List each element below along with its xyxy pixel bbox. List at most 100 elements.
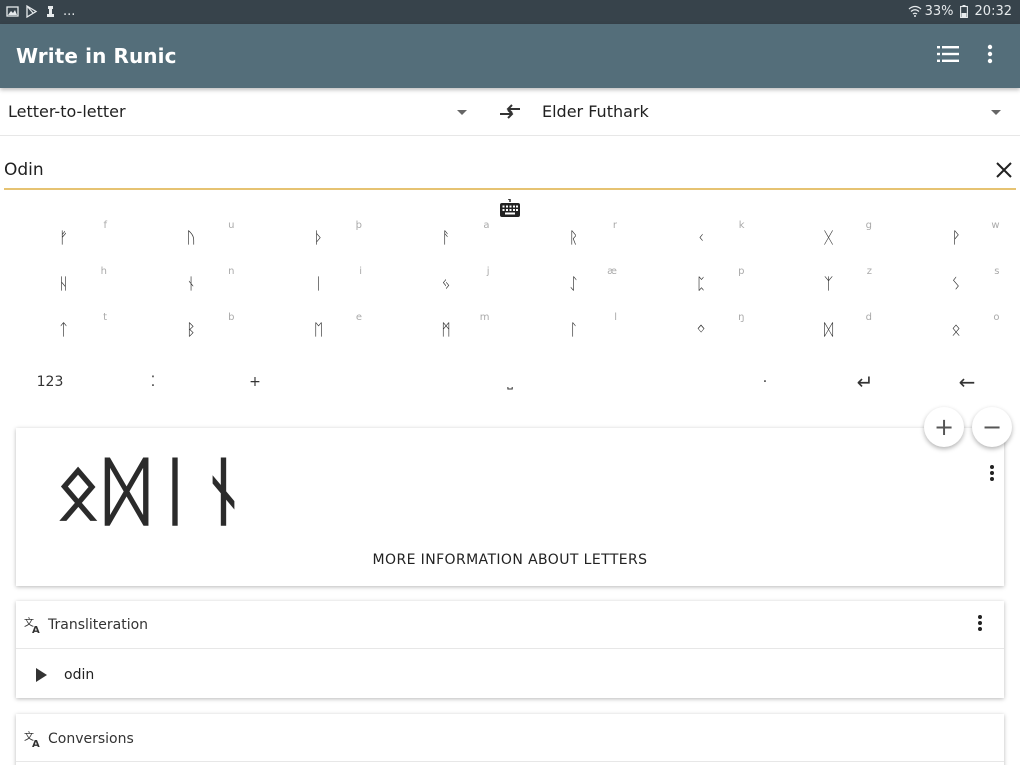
rune-key[interactable]: ᛈp xyxy=(638,264,765,310)
rune-latin-hint: æ xyxy=(607,266,617,277)
transliteration-text: odin xyxy=(64,667,95,683)
backspace-key[interactable]: ← xyxy=(940,368,994,396)
text-input[interactable] xyxy=(4,160,964,180)
rune-glyph: ᛃ xyxy=(441,274,451,293)
more-info-link[interactable]: MORE INFORMATION ABOUT LETTERS xyxy=(16,552,1004,568)
rune-glyph: ᛇ xyxy=(568,274,579,293)
rune-key[interactable]: ᛖe xyxy=(255,310,382,356)
rune-key[interactable]: ᛊs xyxy=(893,264,1020,310)
colon-separator-key[interactable]: ⁚ xyxy=(128,368,178,396)
rune-glyph: ᚢ xyxy=(186,228,196,247)
rune-latin-hint: j xyxy=(486,266,490,277)
rune-glyph: ᛜ xyxy=(696,320,706,339)
rune-glyph: ᛁ xyxy=(313,274,324,293)
rune-keyboard: ᚠfᚢuᚦþᚨaᚱrᚲkᚷgᚹwᚺhᚾnᛁiᛃjᛇæᛈpᛉzᛊsᛏtᛒbᛖeᛗm… xyxy=(0,218,1020,400)
rune-glyph: ᚲ xyxy=(696,228,706,247)
overflow-menu-button[interactable] xyxy=(976,42,1004,70)
alphabet-dropdown[interactable]: Elder Futhark xyxy=(542,102,649,121)
rune-key[interactable]: ᛒb xyxy=(128,310,255,356)
rune-latin-hint: s xyxy=(994,266,1000,277)
rune-key[interactable]: ᛟo xyxy=(893,310,1020,356)
selector-row: Letter-to-letter Elder Futhark xyxy=(0,90,1020,136)
rune-latin-hint: k xyxy=(738,220,745,231)
space-key[interactable]: ⎵ xyxy=(470,368,550,396)
rune-glyph: ᚨ xyxy=(441,228,451,247)
transliteration-menu-button[interactable] xyxy=(972,614,988,636)
swap-button[interactable] xyxy=(498,102,522,122)
translate-icon: 文A xyxy=(24,616,42,636)
rune-key[interactable]: ᛚl xyxy=(510,310,637,356)
rune-key[interactable]: ᚢu xyxy=(128,218,255,264)
clear-input-button[interactable] xyxy=(994,160,1014,180)
rune-key[interactable]: ᚦþ xyxy=(255,218,382,264)
rune-glyph: ᛊ xyxy=(951,274,961,293)
rune-glyph: ᛚ xyxy=(568,320,579,339)
rune-latin-hint: m xyxy=(479,312,490,323)
rune-glyph: ᛗ xyxy=(441,320,451,339)
rune-key[interactable]: ᛃj xyxy=(383,264,510,310)
keyboard-toggle-button[interactable] xyxy=(499,198,521,219)
dot-separator-key[interactable]: · xyxy=(740,368,790,396)
svg-text:A: A xyxy=(32,739,40,748)
rune-glyph: ᛖ xyxy=(313,320,324,339)
play-icon[interactable] xyxy=(36,668,47,682)
rune-key[interactable]: ᚹw xyxy=(893,218,1020,264)
conversions-header[interactable]: 文A Conversions xyxy=(16,714,1004,762)
more-notifications: ... xyxy=(63,4,76,19)
mode-dropdown[interactable]: Letter-to-letter xyxy=(8,102,126,121)
app-title: Write in Runic xyxy=(16,44,177,68)
image-icon xyxy=(6,5,19,18)
rune-latin-hint: d xyxy=(865,312,872,323)
list-icon xyxy=(937,45,959,67)
rune-key[interactable]: ᚨa xyxy=(383,218,510,264)
rune-glyph: ᚹ xyxy=(951,228,961,247)
rune-key[interactable]: ᚠf xyxy=(0,218,127,264)
zoom-out-button[interactable]: − xyxy=(972,407,1012,447)
rune-latin-hint: g xyxy=(865,220,872,231)
list-button[interactable] xyxy=(934,42,962,70)
zoom-in-button[interactable]: + xyxy=(924,407,964,447)
rune-glyph: ᚷ xyxy=(823,228,834,247)
rune-key[interactable]: ᛉz xyxy=(765,264,892,310)
rune-key[interactable]: ᛁi xyxy=(255,264,382,310)
rune-latin-hint: o xyxy=(993,312,1000,323)
rune-key[interactable]: ᚱr xyxy=(510,218,637,264)
text-input-row xyxy=(4,150,1016,190)
rune-key[interactable]: ᚺh xyxy=(0,264,127,310)
wifi-icon xyxy=(908,5,922,18)
rune-key[interactable]: ᚷg xyxy=(765,218,892,264)
battery-percent: 33% xyxy=(924,4,954,19)
rune-key[interactable]: ᚾn xyxy=(128,264,255,310)
translate-icon: 文A xyxy=(24,730,42,750)
transliteration-title: Transliteration xyxy=(48,617,149,633)
enter-key[interactable]: ↵ xyxy=(840,368,890,396)
rune-glyph: ᛟ xyxy=(951,320,961,339)
numbers-key[interactable]: 123 xyxy=(20,368,80,396)
rune-key[interactable]: ᛞd xyxy=(765,310,892,356)
alphabet-dropdown-caret-icon[interactable] xyxy=(991,110,1001,115)
rune-latin-hint: w xyxy=(991,220,1000,231)
rune-key[interactable]: ᚲk xyxy=(638,218,765,264)
rune-latin-hint: ŋ xyxy=(738,312,745,323)
status-bar: ... 33% 20:32 xyxy=(0,0,1020,24)
rune-latin-hint: þ xyxy=(355,220,362,231)
rune-latin-hint: l xyxy=(614,312,617,323)
svg-text:A: A xyxy=(32,625,40,634)
rune-glyph: ᚱ xyxy=(568,228,579,247)
close-icon xyxy=(994,162,1014,184)
output-menu-button[interactable] xyxy=(984,464,1000,486)
rune-latin-hint: e xyxy=(355,312,362,323)
conversions-title: Conversions xyxy=(48,731,134,747)
rune-key[interactable]: ᛜŋ xyxy=(638,310,765,356)
more-vert-icon xyxy=(977,614,983,636)
rune-key[interactable]: ᛇæ xyxy=(510,264,637,310)
cross-separator-key[interactable]: + xyxy=(230,368,280,396)
rune-latin-hint: h xyxy=(100,266,107,277)
rune-key[interactable]: ᛗm xyxy=(383,310,510,356)
rune-latin-hint: t xyxy=(103,312,107,323)
rune-glyph: ᛈ xyxy=(696,274,706,293)
rune-output-card: ᛟᛞᛁᚾ MORE INFORMATION ABOUT LETTERS xyxy=(16,428,1004,586)
mode-dropdown-caret-icon[interactable] xyxy=(457,110,467,115)
rune-key[interactable]: ᛏt xyxy=(0,310,127,356)
rune-latin-hint: p xyxy=(738,266,745,277)
